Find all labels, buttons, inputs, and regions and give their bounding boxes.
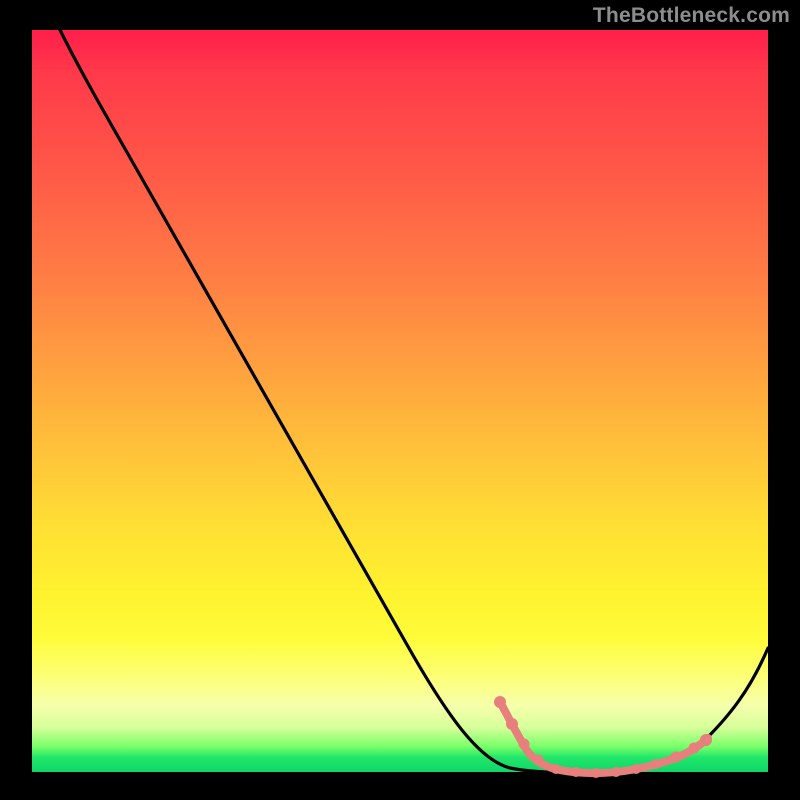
gradient-plot-area xyxy=(32,30,768,772)
watermark-text: TheBottleneck.com xyxy=(593,4,790,28)
chart-container: TheBottleneck.com xyxy=(0,0,800,800)
